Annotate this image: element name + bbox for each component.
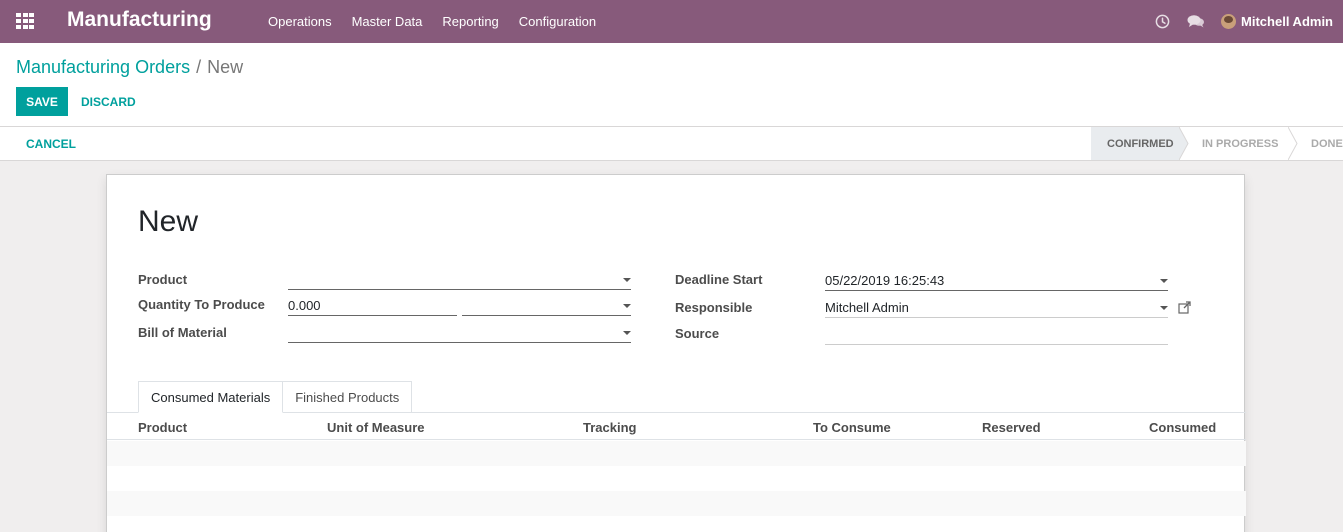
table-header: Product Unit of Measure Tracking To Cons… (107, 413, 1246, 440)
messages-chat-icon[interactable] (1179, 0, 1213, 43)
product-label: Product (138, 272, 188, 287)
control-panel: Manufacturing Orders / New SAVE DISCARD (0, 43, 1343, 127)
product-field[interactable] (288, 270, 631, 290)
user-name: Mitchell Admin (1241, 14, 1333, 29)
responsible-label: Responsible (675, 300, 753, 315)
record-title: New (138, 205, 199, 238)
notebook-tabs: Consumed Materials Finished Products (138, 381, 413, 413)
bom-field[interactable] (288, 323, 631, 343)
column-tracking[interactable]: Tracking (583, 420, 636, 435)
responsible-value: Mitchell Admin (825, 300, 909, 315)
quantity-label: Quantity To Produce (138, 297, 265, 312)
stage-in-progress-label: IN PROGRESS (1202, 137, 1279, 150)
breadcrumb-separator: / (196, 57, 202, 77)
column-unit-of-measure[interactable]: Unit of Measure (327, 420, 425, 435)
column-reserved[interactable]: Reserved (982, 420, 1041, 435)
stage-in-progress[interactable]: IN PROGRESS (1180, 127, 1298, 160)
source-input[interactable] (825, 325, 1168, 345)
column-to-consume[interactable]: To Consume (813, 420, 891, 435)
menu-configuration[interactable]: Configuration (509, 0, 606, 43)
form-sheet: New Product Quantity To Produce 0.000 Bi… (106, 174, 1246, 532)
table-row (107, 491, 1246, 516)
table-row (107, 441, 1246, 466)
apps-grid-icon[interactable] (16, 13, 34, 29)
quantity-input[interactable]: 0.000 (288, 296, 457, 316)
avatar (1221, 14, 1237, 29)
deadline-label: Deadline Start (675, 272, 763, 287)
stage-arrow-icon (1288, 127, 1298, 160)
dropdown-caret-icon[interactable] (1160, 279, 1168, 283)
cancel-button[interactable]: CANCEL (26, 127, 76, 160)
responsible-field[interactable]: Mitchell Admin (825, 298, 1168, 318)
table-row (107, 516, 1246, 532)
stage-arrow-icon (1179, 127, 1189, 160)
deadline-field[interactable]: 05/22/2019 16:25:43 (825, 271, 1168, 291)
menu-reporting[interactable]: Reporting (432, 0, 508, 43)
stage-confirmed-label: CONFIRMED (1107, 137, 1174, 150)
quantity-value: 0.000 (288, 298, 321, 313)
breadcrumb-current: New (207, 57, 244, 77)
menu-master-data[interactable]: Master Data (342, 0, 433, 43)
deadline-value: 05/22/2019 16:25:43 (825, 273, 945, 288)
main-menu: Operations Master Data Reporting Configu… (258, 0, 606, 43)
bom-label: Bill of Material (138, 325, 227, 340)
app-brand[interactable]: Manufacturing (67, 8, 212, 32)
table-row (107, 466, 1246, 491)
tab-consumed-materials[interactable]: Consumed Materials (138, 381, 284, 413)
menu-operations[interactable]: Operations (258, 0, 342, 43)
form-statusbar: CANCEL CONFIRMED IN PROGRESS DONE (0, 127, 1343, 161)
dropdown-caret-icon[interactable] (1160, 306, 1168, 310)
stage-confirmed[interactable]: CONFIRMED (1091, 127, 1189, 160)
breadcrumb: Manufacturing Orders / New (16, 57, 243, 78)
stage-pipeline: CONFIRMED IN PROGRESS DONE (1091, 127, 1343, 160)
navbar-systray: Mitchell Admin (1145, 0, 1343, 43)
column-consumed[interactable]: Consumed (1149, 420, 1216, 435)
dropdown-caret-icon[interactable] (623, 304, 631, 308)
activity-clock-icon[interactable] (1145, 0, 1179, 43)
dropdown-caret-icon[interactable] (623, 331, 631, 335)
top-navbar: Manufacturing Operations Master Data Rep… (0, 0, 1343, 43)
user-menu[interactable]: Mitchell Admin (1213, 0, 1343, 43)
source-label: Source (675, 326, 720, 341)
save-button[interactable]: SAVE (16, 87, 68, 116)
discard-button[interactable]: DISCARD (81, 87, 136, 116)
column-product[interactable]: Product (138, 420, 187, 435)
dropdown-caret-icon[interactable] (623, 278, 631, 282)
breadcrumb-manufacturing-orders[interactable]: Manufacturing Orders (16, 57, 190, 77)
external-link-icon[interactable] (1178, 301, 1191, 314)
tab-finished-products[interactable]: Finished Products (283, 381, 413, 413)
stage-done-label: DONE (1311, 137, 1343, 150)
uom-field[interactable] (462, 296, 631, 316)
